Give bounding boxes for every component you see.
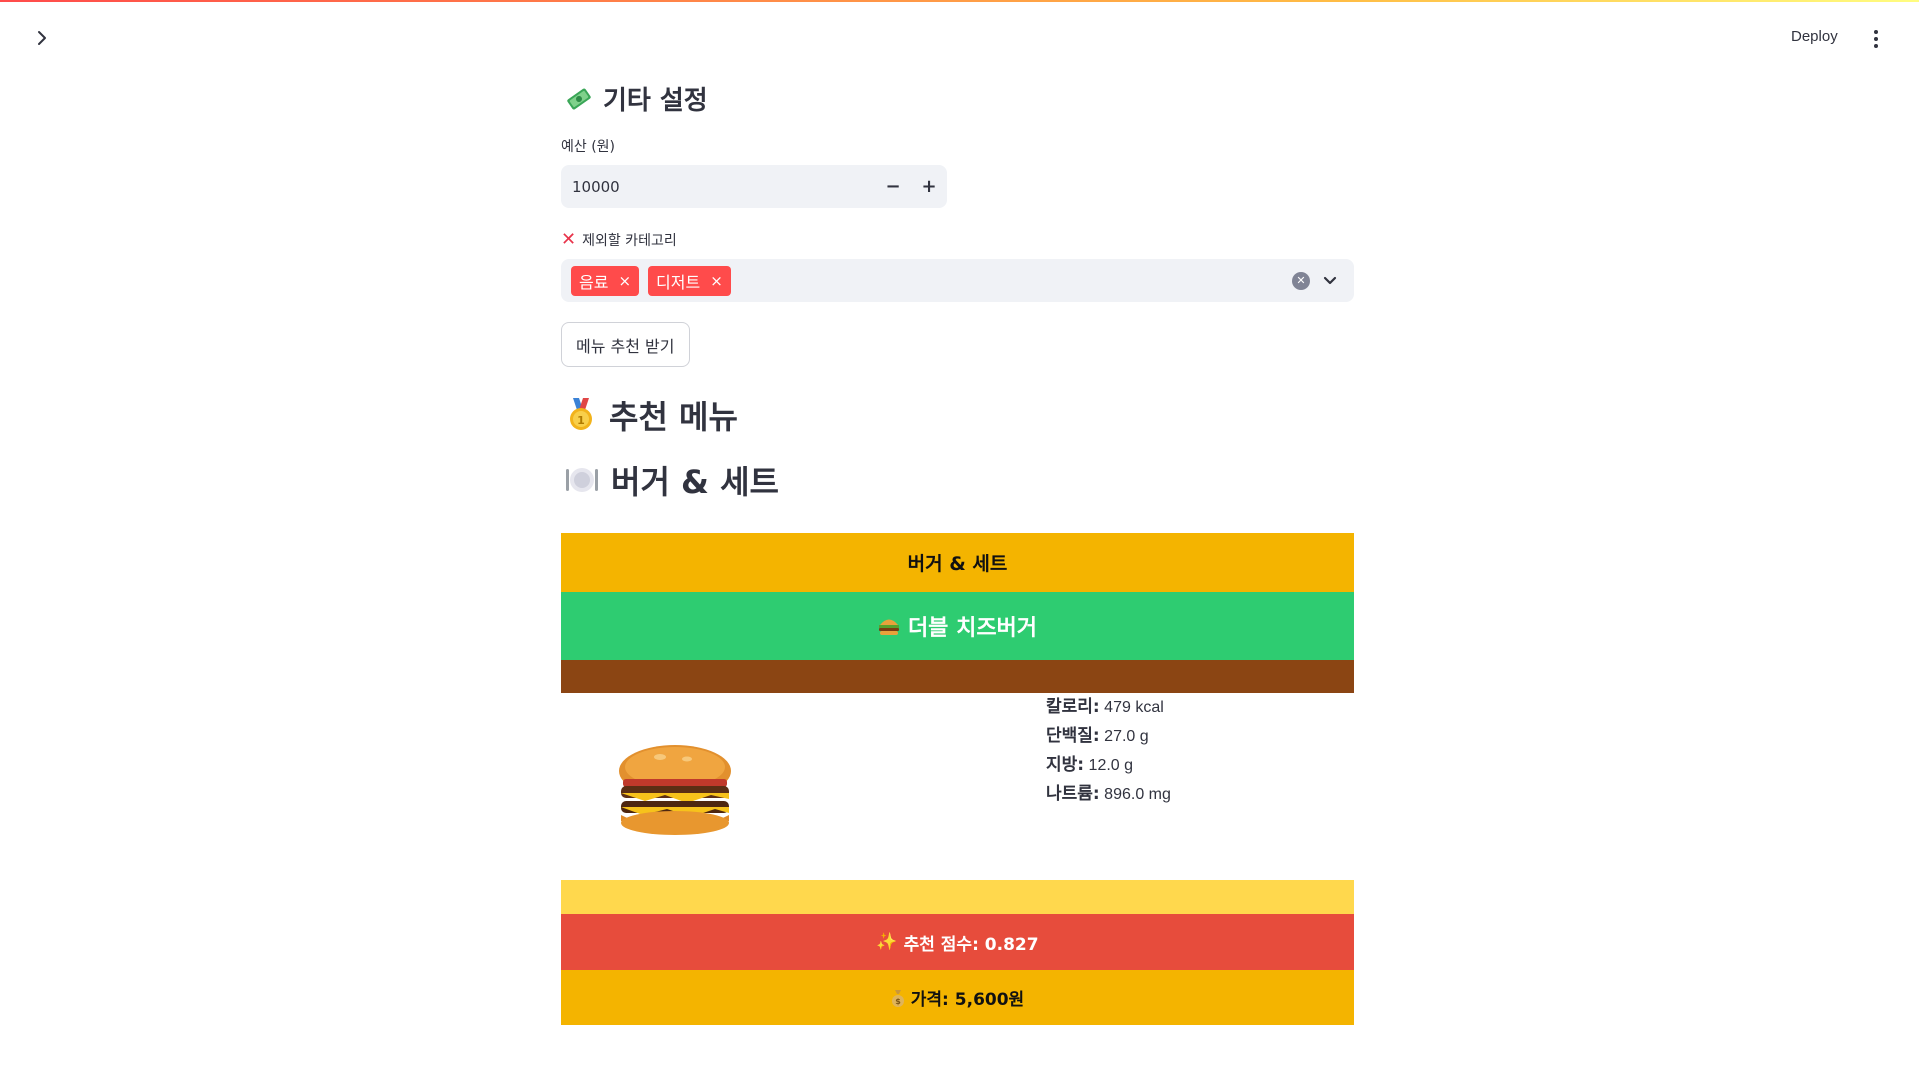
protein-label: 단백질: bbox=[1046, 726, 1100, 746]
exclude-category-multiselect[interactable]: 음료 × 디저트 × ✕ bbox=[561, 259, 1354, 302]
card-body: 칼로리: 479 kcal 단백질: 27.0 g 지방: 12.0 g 나트륨… bbox=[561, 693, 1354, 880]
chevron-down-icon[interactable] bbox=[1320, 271, 1340, 291]
fat-value: 12.0 g bbox=[1088, 757, 1134, 774]
tag-remove-icon[interactable]: × bbox=[710, 272, 723, 290]
tag-remove-icon[interactable]: × bbox=[618, 272, 631, 290]
nutrition-protein: 단백질: 27.0 g bbox=[1046, 722, 1171, 751]
calories-value: 479 kcal bbox=[1104, 699, 1164, 716]
fat-label: 지방: bbox=[1046, 755, 1085, 775]
recommend-menu-button[interactable]: 메뉴 추천 받기 bbox=[561, 322, 690, 367]
svg-text:$: $ bbox=[895, 997, 901, 1006]
tag-drink: 음료 × bbox=[571, 265, 640, 296]
nutrition-sodium: 나트륨: 896.0 mg bbox=[1046, 780, 1171, 809]
card-category-band: 버거 & 세트 bbox=[561, 533, 1354, 592]
nutrition-calories: 칼로리: 479 kcal bbox=[1046, 693, 1171, 722]
plate-with-cutlery-icon bbox=[566, 468, 598, 492]
nutrition-info: 칼로리: 479 kcal 단백질: 27.0 g 지방: 12.0 g 나트륨… bbox=[1046, 693, 1171, 809]
category-heading: 버거 & 세트 bbox=[565, 457, 779, 503]
settings-title: 기타 설정 bbox=[603, 86, 708, 116]
kebab-menu-icon[interactable] bbox=[1866, 28, 1886, 50]
card-name-band: 더블 치즈버거 bbox=[561, 592, 1354, 660]
double-cheeseburger-image bbox=[619, 745, 731, 835]
recommended-menu-heading: 1 추천 메뉴 bbox=[565, 392, 738, 438]
deploy-button[interactable]: Deploy bbox=[1791, 28, 1838, 45]
decrement-button[interactable]: − bbox=[875, 165, 911, 208]
menu-card: 버거 & 세트 더블 치즈버거 칼로리: 479 kcal 단백질: 27.0 … bbox=[561, 533, 1354, 1025]
sodium-label: 나트륨: bbox=[1046, 784, 1100, 804]
sparkles-icon: ✨ bbox=[876, 932, 898, 952]
money-with-wings-icon bbox=[567, 88, 591, 109]
tag-label: 음료 bbox=[579, 272, 609, 292]
sodium-value: 896.0 mg bbox=[1104, 786, 1171, 803]
score-text: 추천 점수: 0.827 bbox=[903, 934, 1039, 955]
exclude-label-text: 제외할 카테고리 bbox=[582, 232, 677, 249]
svg-text:1: 1 bbox=[577, 414, 585, 427]
calories-label: 칼로리: bbox=[1046, 697, 1100, 717]
category-heading-text: 버거 & 세트 bbox=[611, 463, 779, 501]
card-score-band: ✨ 추천 점수: 0.827 bbox=[561, 914, 1354, 970]
nutrition-fat: 지방: 12.0 g bbox=[1046, 751, 1171, 780]
exclude-category-label: ✕ 제외할 카테고리 bbox=[561, 229, 677, 250]
hamburger-icon bbox=[878, 619, 899, 635]
protein-value: 27.0 g bbox=[1104, 728, 1149, 745]
budget-input[interactable]: 10000 bbox=[561, 178, 875, 196]
selected-tags: 음료 × 디저트 × bbox=[561, 265, 1292, 296]
clear-all-icon[interactable]: ✕ bbox=[1292, 271, 1310, 290]
sidebar-toggle-button[interactable] bbox=[32, 28, 52, 48]
tag-dessert: 디저트 × bbox=[648, 265, 731, 296]
cross-mark-icon: ✕ bbox=[561, 229, 577, 250]
top-decoration-bar bbox=[0, 0, 1919, 2]
price-text: 가격: 5,600원 bbox=[910, 990, 1025, 1010]
first-place-medal-icon: 1 bbox=[570, 398, 592, 430]
card-yellow-band bbox=[561, 880, 1354, 914]
card-brown-band bbox=[561, 660, 1354, 693]
card-price-band: $ 가격: 5,600원 bbox=[561, 970, 1354, 1025]
money-bag-icon: $ bbox=[891, 989, 904, 1007]
budget-number-input: 10000 − + bbox=[561, 165, 947, 208]
settings-heading: 기타 설정 bbox=[565, 80, 708, 117]
tag-label: 디저트 bbox=[656, 272, 701, 292]
chevron-right-icon bbox=[38, 31, 46, 45]
increment-button[interactable]: + bbox=[911, 165, 947, 208]
menu-item-name: 더블 치즈버거 bbox=[907, 616, 1038, 641]
recommended-heading-text: 추천 메뉴 bbox=[609, 398, 738, 436]
budget-label: 예산 (원) bbox=[561, 139, 616, 155]
